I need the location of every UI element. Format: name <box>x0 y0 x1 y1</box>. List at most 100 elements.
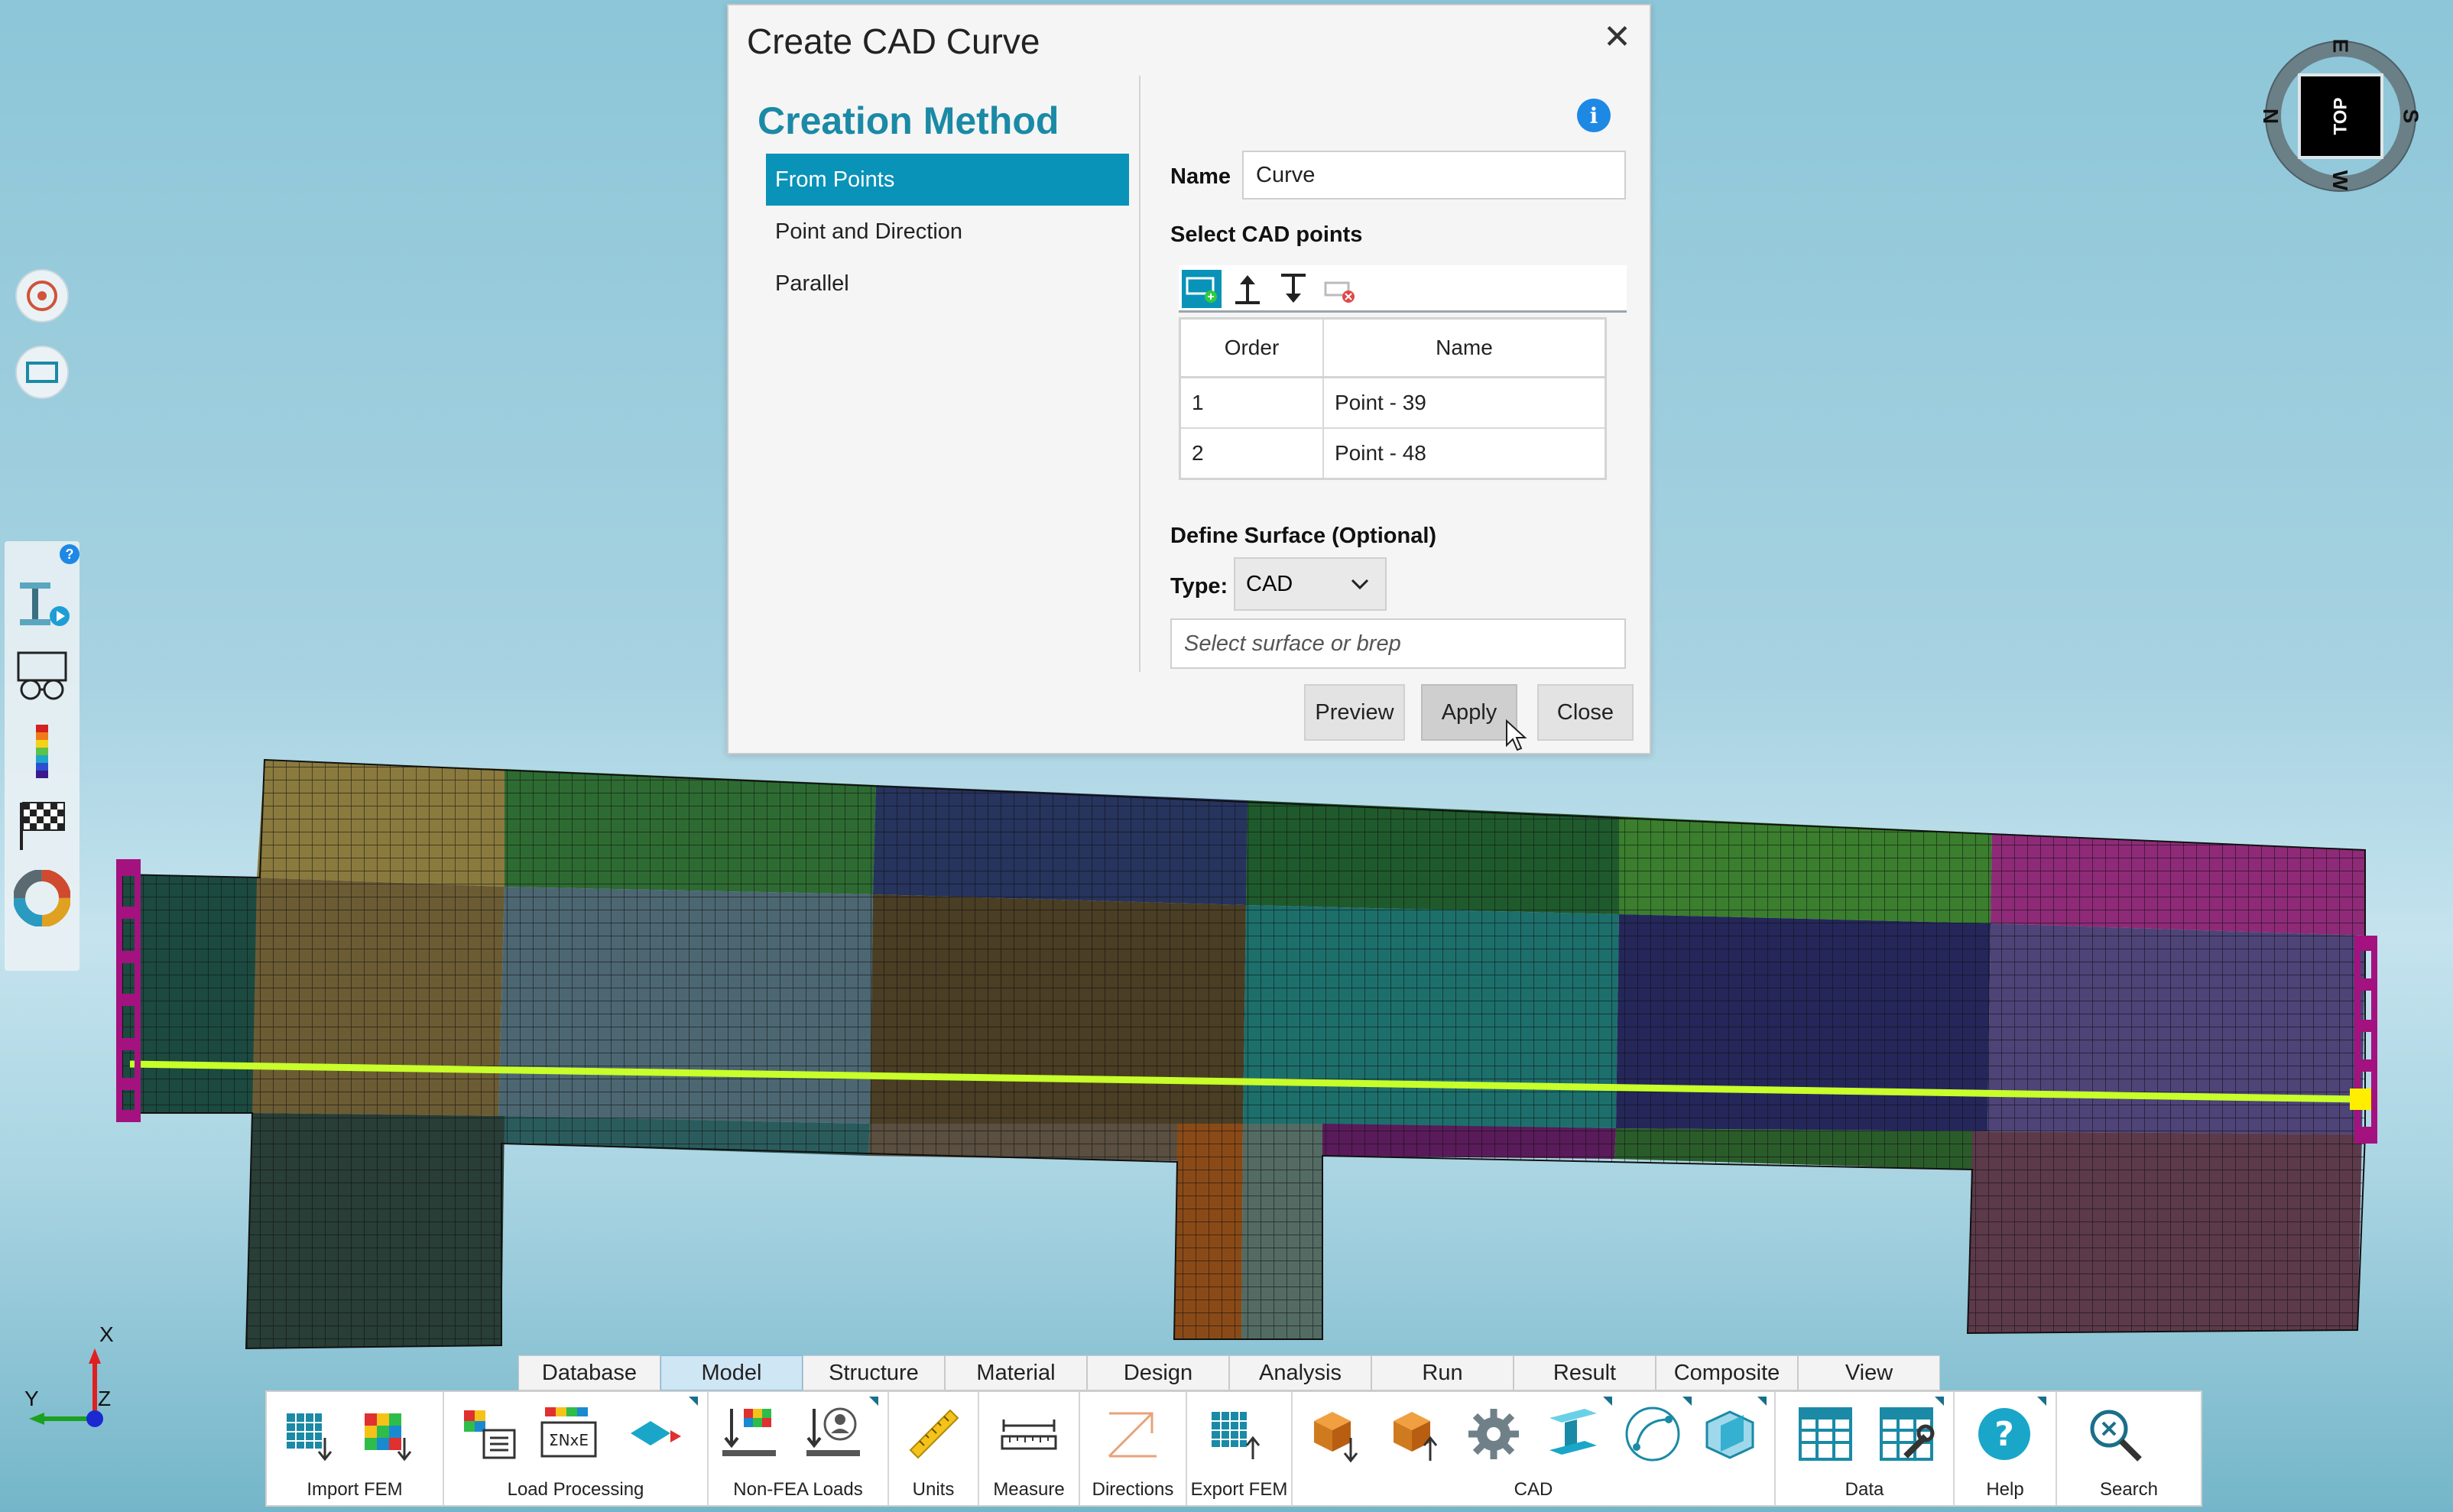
group-non-fea-loads: Non-FEA Loads <box>709 1392 889 1505</box>
axis-x-label: X <box>99 1322 114 1346</box>
table-row[interactable]: 1 Point - 39 <box>1179 376 1606 428</box>
import-fem-icon[interactable] <box>281 1403 343 1465</box>
arrow-up-icon <box>1235 275 1260 304</box>
group-label: Data <box>1845 1479 1884 1500</box>
window-select-button[interactable] <box>15 346 69 399</box>
axis-y-label: Y <box>24 1387 39 1410</box>
person-load-icon[interactable] <box>802 1403 865 1465</box>
remove-point-tool[interactable] <box>1319 270 1359 308</box>
name-field[interactable]: Curve <box>1242 151 1626 200</box>
move-down-tool[interactable] <box>1274 270 1313 308</box>
contour-tool[interactable] <box>12 722 72 781</box>
view-cube-label: TOP <box>2330 97 2351 135</box>
compass-w: W <box>2328 170 2353 191</box>
close-button[interactable]: Close <box>1537 684 1634 741</box>
add-point-icon <box>1186 277 1217 303</box>
export-cad-icon[interactable] <box>1383 1403 1446 1465</box>
compass-n: N <box>2259 108 2283 125</box>
ruler-icon[interactable] <box>903 1403 965 1465</box>
group-label: Non-FEA Loads <box>733 1479 863 1500</box>
group-units: Units <box>889 1392 979 1505</box>
tab-analysis[interactable]: Analysis <box>1229 1355 1371 1390</box>
define-surface-label: Define Surface (Optional) <box>1170 524 1437 548</box>
data-settings-icon[interactable] <box>1875 1403 1938 1465</box>
finish-tool[interactable] <box>12 795 72 855</box>
name-cell: Point - 48 <box>1323 427 1606 479</box>
group-export-fem: Export FEM <box>1187 1392 1293 1505</box>
beam-icon[interactable] <box>1542 1403 1605 1465</box>
column-header-name[interactable]: Name <box>1323 318 1606 378</box>
ribbon-tabs: Database Model Structure Material Design… <box>518 1355 1940 1390</box>
tab-composite[interactable]: Composite <box>1656 1355 1798 1390</box>
tab-database[interactable]: Database <box>518 1355 660 1390</box>
help-icon[interactable]: ? <box>1973 1403 2036 1465</box>
view-cube-top[interactable]: TOP <box>2298 73 2383 159</box>
gear-icon[interactable] <box>1462 1403 1525 1465</box>
group-cad: CAD <box>1293 1392 1776 1505</box>
group-label: Directions <box>1092 1479 1174 1500</box>
sum-loads-icon[interactable]: ΣNxE <box>537 1403 600 1465</box>
surface-select-field[interactable]: Select surface or brep <box>1170 618 1626 669</box>
order-cell: 1 <box>1179 376 1324 428</box>
tab-model[interactable]: Model <box>660 1355 803 1390</box>
tab-design[interactable]: Design <box>1087 1355 1229 1390</box>
load-table-icon[interactable] <box>458 1403 521 1465</box>
tab-result[interactable]: Result <box>1514 1355 1656 1390</box>
add-point-tool[interactable] <box>1182 270 1222 308</box>
color-wheel-tool[interactable] <box>12 868 72 928</box>
export-fem-icon[interactable] <box>1207 1403 1270 1465</box>
section-tool[interactable] <box>12 573 72 633</box>
group-expander-icon[interactable] <box>2037 1397 2046 1406</box>
type-select[interactable]: CAD <box>1234 557 1387 611</box>
non-fea-load-icon[interactable] <box>718 1403 780 1465</box>
group-label: Search <box>2099 1479 2159 1500</box>
search-icon[interactable] <box>2083 1403 2146 1465</box>
method-from-points[interactable]: From Points <box>766 154 1129 206</box>
group-expander-icon[interactable] <box>689 1397 698 1406</box>
group-import-fem: Import FEM <box>267 1392 444 1505</box>
type-label: Type: <box>1170 574 1228 599</box>
tab-material[interactable]: Material <box>945 1355 1087 1390</box>
beam-section-icon <box>20 582 70 626</box>
mesh-model <box>122 758 2366 1350</box>
points-table: Order Name 1 Point - 39 2 Point - 48 <box>1179 317 1607 480</box>
group-label: Units <box>912 1479 955 1500</box>
group-load-processing: ΣNxE Load Processing <box>444 1392 709 1505</box>
load-plane-icon[interactable] <box>625 1403 687 1465</box>
color-bar-icon <box>36 725 48 778</box>
view-compass[interactable]: TOP N E S W <box>2259 39 2422 193</box>
method-parallel[interactable]: Parallel <box>766 258 1129 310</box>
method-point-and-direction[interactable]: Point and Direction <box>766 206 1129 258</box>
preview-button[interactable]: Preview <box>1304 684 1405 741</box>
table-row[interactable]: 2 Point - 48 <box>1179 427 1606 479</box>
target-icon <box>27 281 57 311</box>
help-icon[interactable]: ? <box>60 544 79 564</box>
group-expander-icon[interactable] <box>869 1397 878 1406</box>
points-toolbar <box>1179 265 1627 313</box>
view-tool[interactable] <box>12 647 72 706</box>
tab-run[interactable]: Run <box>1371 1355 1514 1390</box>
move-up-tool[interactable] <box>1228 270 1267 308</box>
apply-button[interactable]: Apply <box>1421 684 1517 741</box>
data-table-icon[interactable] <box>1794 1403 1857 1465</box>
target-button[interactable] <box>15 269 69 323</box>
surface-icon[interactable] <box>1699 1403 1762 1465</box>
name-cell: Point - 39 <box>1323 376 1606 428</box>
glasses-icon <box>17 651 67 700</box>
import-cad-icon[interactable] <box>1303 1403 1366 1465</box>
column-header-order[interactable]: Order <box>1179 318 1324 378</box>
tab-view[interactable]: View <box>1798 1355 1940 1390</box>
info-icon[interactable]: i <box>1577 99 1611 132</box>
axis-z-label: Z <box>98 1387 112 1410</box>
selected-point-marker[interactable] <box>2350 1089 2371 1110</box>
import-results-icon[interactable] <box>359 1403 421 1465</box>
remove-point-icon <box>1324 281 1355 303</box>
curve-icon[interactable] <box>1621 1403 1684 1465</box>
group-help: ? Help <box>1955 1392 2057 1505</box>
tab-structure[interactable]: Structure <box>803 1355 945 1390</box>
directions-icon[interactable] <box>1102 1403 1164 1465</box>
group-label: CAD <box>1514 1479 1553 1500</box>
group-label: Measure <box>993 1479 1065 1500</box>
close-icon[interactable]: ✕ <box>1603 21 1631 54</box>
measure-icon[interactable] <box>998 1403 1060 1465</box>
